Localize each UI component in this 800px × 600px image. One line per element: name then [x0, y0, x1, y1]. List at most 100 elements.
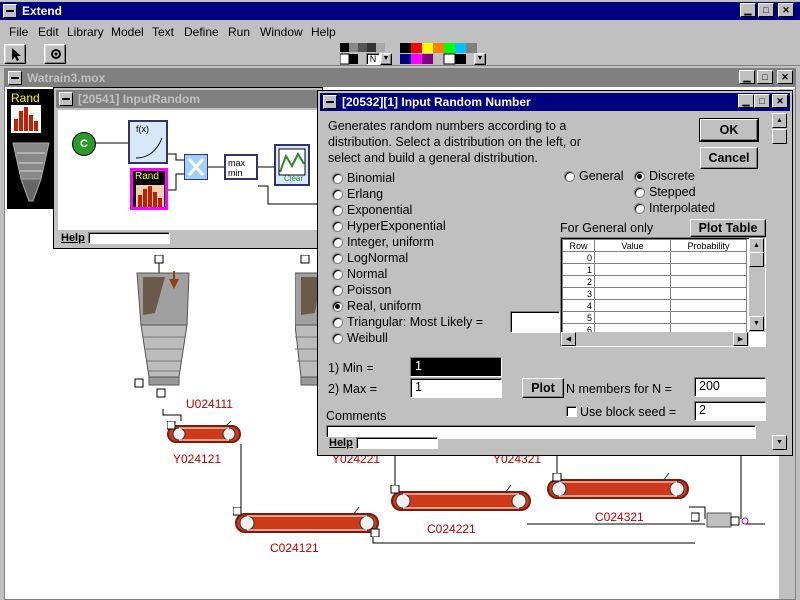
dialog-scroll-down-icon[interactable]: ▼: [772, 435, 787, 450]
dialog-description-line-1: Generates random numbers according to a: [328, 119, 567, 133]
multiply-icon: [187, 158, 205, 176]
min-field[interactable]: 1: [410, 357, 502, 377]
plot-table-button[interactable]: Plot Table: [690, 219, 766, 237]
table-row[interactable]: 2: [562, 275, 747, 288]
dialog-minimize-icon[interactable]: ▁: [738, 94, 754, 108]
radio-normal[interactable]: Normal: [332, 267, 387, 281]
plotter-block[interactable]: Clear: [274, 144, 310, 186]
dialog-scroll-up-icon[interactable]: ▲: [772, 113, 787, 128]
scroll-left-icon[interactable]: ◀: [561, 332, 576, 346]
table-row[interactable]: 5: [562, 311, 747, 324]
radio-exponential[interactable]: Exponential: [332, 203, 412, 217]
histogram-icon[interactable]: [11, 105, 41, 133]
radio-weibull[interactable]: Weibull: [332, 331, 388, 345]
radio-binomial[interactable]: Binomial: [332, 171, 395, 185]
general-distribution-table[interactable]: Row Value Probability 0 1 2 3 4 5 6 7 ▲ …: [560, 237, 766, 347]
dialog-vertical-scrollbar[interactable]: ▲ ▼: [772, 113, 788, 453]
conveyor-c024121[interactable]: [233, 507, 383, 537]
maximize-icon[interactable]: □: [758, 3, 774, 17]
radio-icon: [564, 170, 575, 182]
minimize-icon[interactable]: ▁: [740, 3, 756, 17]
most-likely-field[interactable]: [510, 311, 560, 333]
menu-file[interactable]: File: [9, 25, 28, 39]
multiply-block[interactable]: [184, 154, 208, 180]
system-menu-icon[interactable]: [3, 4, 17, 18]
scroll-thumb[interactable]: [749, 252, 764, 267]
rand-block[interactable]: Rand: [130, 168, 168, 210]
radio-label: General: [579, 169, 624, 183]
inputrandom-system-menu-icon[interactable]: [59, 92, 73, 106]
conveyor-c024321[interactable]: [545, 473, 693, 503]
radio-label: Triangular: Most Likely =: [347, 315, 484, 329]
plotter-clear-label[interactable]: Clear: [284, 174, 303, 183]
radio-erlang[interactable]: Erlang: [332, 187, 383, 201]
menu-library[interactable]: Library: [67, 25, 104, 39]
hopper-icon[interactable]: [11, 139, 51, 207]
menu-run[interactable]: Run: [228, 25, 250, 39]
radio-poisson[interactable]: Poisson: [332, 283, 391, 297]
close-icon[interactable]: ✕: [778, 3, 794, 17]
radio-stepped[interactable]: Stepped: [634, 185, 696, 199]
block-seed-checkbox[interactable]: [566, 406, 577, 417]
block-seed-field[interactable]: 2: [694, 401, 766, 421]
table-horizontal-scrollbar[interactable]: ◀ ▶: [561, 332, 749, 346]
radio-general[interactable]: General: [564, 169, 623, 183]
maxmin-block[interactable]: max min: [224, 154, 258, 180]
menu-model[interactable]: Model: [111, 25, 144, 39]
dialog-help-button[interactable]: Help: [326, 437, 356, 449]
table-row[interactable]: 4: [562, 299, 747, 312]
radio-icon: [332, 204, 343, 216]
exit-block[interactable]: [691, 507, 751, 537]
menu-text[interactable]: Text: [152, 25, 174, 39]
dialog-close-icon[interactable]: ✕: [772, 94, 788, 108]
model-close-icon[interactable]: ✕: [777, 70, 793, 84]
model-window-title: Watrain3.mox: [27, 71, 106, 85]
function-block[interactable]: f(x): [128, 120, 168, 164]
dialog-system-menu-icon[interactable]: [323, 95, 337, 109]
block-label-c024121: C024121: [270, 541, 319, 555]
pointer-tool-button[interactable]: [4, 44, 26, 64]
hopper-block-1[interactable]: [129, 255, 199, 405]
constant-block[interactable]: C: [72, 132, 96, 156]
menu-help[interactable]: Help: [311, 25, 336, 39]
scroll-down-icon[interactable]: ▼: [749, 316, 764, 331]
model-system-menu-icon[interactable]: [8, 71, 22, 85]
table-row[interactable]: 1: [562, 263, 747, 276]
radio-hyperexponential[interactable]: HyperExponential: [332, 219, 446, 233]
radio-real-uniform[interactable]: Real, uniform: [332, 299, 421, 313]
dialog-maximize-icon[interactable]: □: [754, 94, 770, 108]
radio-interpolated[interactable]: Interpolated: [634, 201, 715, 215]
radio-triangular[interactable]: Triangular: Most Likely =: [332, 315, 483, 329]
conveyor-rollers-icon: [390, 485, 527, 509]
radio-label: Binomial: [347, 171, 395, 185]
menu-window[interactable]: Window: [260, 25, 303, 39]
plot-button[interactable]: Plot: [522, 378, 564, 398]
radio-lognormal[interactable]: LogNormal: [332, 251, 408, 265]
model-maximize-icon[interactable]: □: [757, 70, 773, 84]
inputrandom-help-button[interactable]: Help: [58, 232, 88, 244]
conveyor-c024221[interactable]: [389, 485, 535, 515]
max-field[interactable]: 1: [410, 378, 502, 398]
radio-label: Exponential: [347, 203, 413, 217]
input-random-number-dialog: [20532][1] Input Random Number ▁ □ ✕ Gen…: [318, 91, 792, 455]
table-row[interactable]: 3: [562, 287, 747, 300]
radio-icon: [332, 236, 343, 248]
scroll-up-icon[interactable]: ▲: [749, 238, 764, 253]
table-row[interactable]: 0: [562, 251, 747, 264]
connection-tool-button[interactable]: [44, 44, 66, 64]
rand-block-label: Rand: [135, 171, 159, 182]
conveyor-y024121[interactable]: [167, 421, 243, 447]
color-dropdown-icon[interactable]: ▼: [474, 53, 486, 65]
scroll-right-icon[interactable]: ▶: [733, 332, 748, 346]
cancel-button[interactable]: Cancel: [700, 147, 758, 169]
n-members-field[interactable]: 200: [694, 377, 766, 397]
radio-discrete[interactable]: Discrete: [634, 169, 695, 183]
radio-integer-uniform[interactable]: Integer, uniform: [332, 235, 434, 249]
ok-button[interactable]: OK: [700, 119, 758, 141]
menu-define[interactable]: Define: [184, 25, 219, 39]
table-vertical-scrollbar[interactable]: ▲ ▼: [749, 238, 765, 332]
dialog-scroll-thumb[interactable]: [772, 129, 787, 144]
model-minimize-icon[interactable]: ▁: [739, 70, 755, 84]
pattern-dropdown-icon[interactable]: ▼: [380, 53, 392, 65]
menu-edit[interactable]: Edit: [38, 25, 59, 39]
